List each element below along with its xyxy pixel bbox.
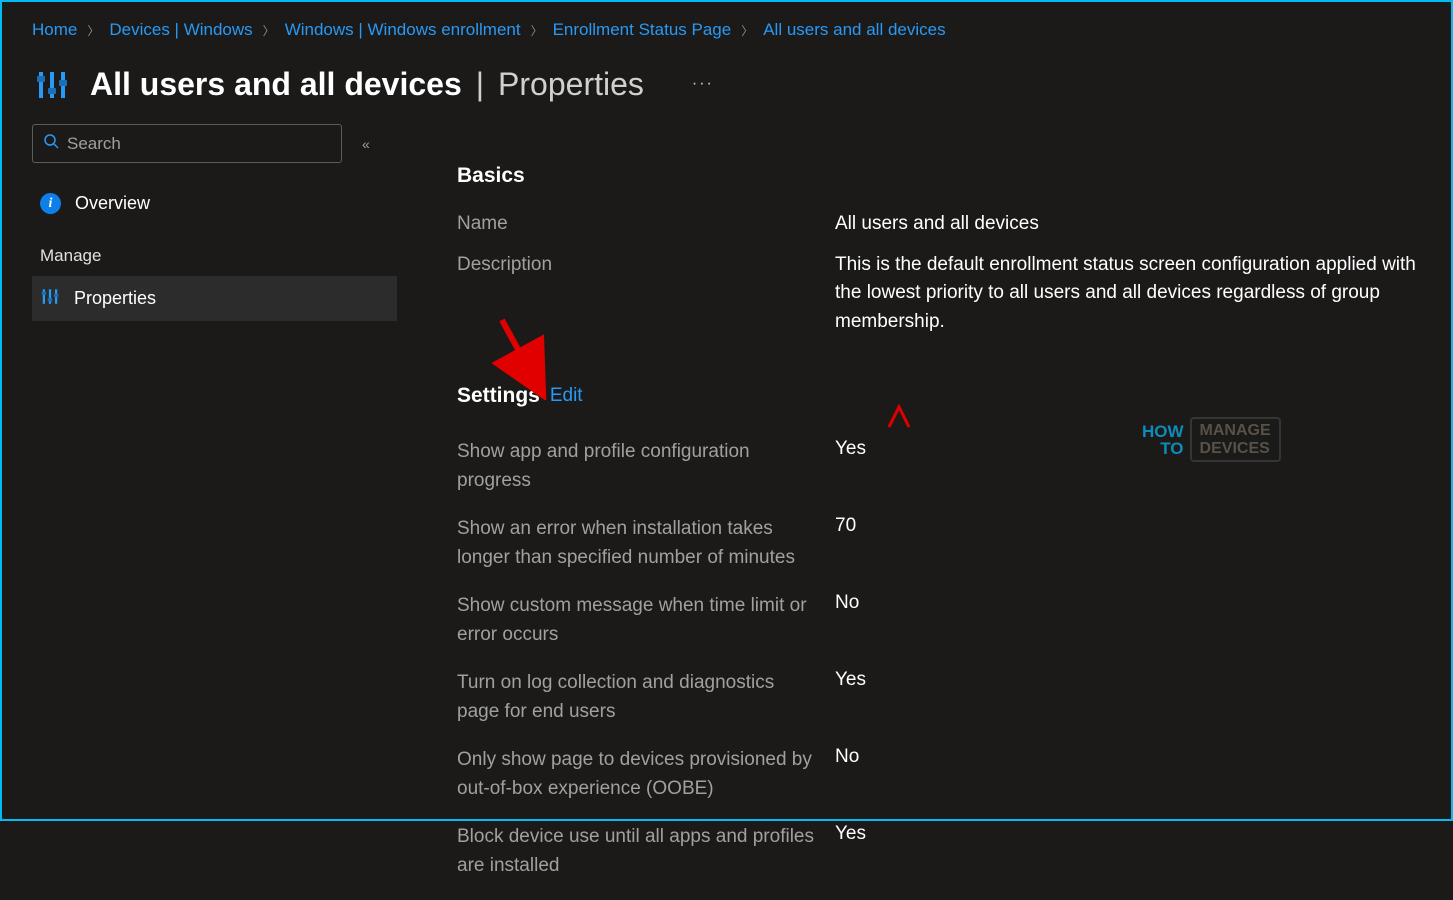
setting-label: Show app and profile configuration progr… bbox=[457, 438, 835, 495]
sidebar-item-overview[interactable]: i Overview bbox=[32, 183, 397, 224]
page-header: All users and all devices | Properties ·… bbox=[2, 54, 1451, 124]
property-row-description: Description This is the default enrollme… bbox=[457, 251, 1421, 337]
title-divider: | bbox=[476, 66, 484, 103]
breadcrumb: Home 〉 Devices | Windows 〉 Windows | Win… bbox=[2, 2, 1451, 54]
page-title: All users and all devices | Properties bbox=[90, 66, 644, 103]
setting-value: 70 bbox=[835, 515, 856, 572]
setting-label: Show an error when installation takes lo… bbox=[457, 515, 835, 572]
watermark-text: MANAGE bbox=[1200, 422, 1271, 440]
search-icon bbox=[43, 133, 59, 154]
property-value: This is the default enrollment status sc… bbox=[835, 251, 1421, 337]
property-label: Description bbox=[457, 251, 835, 337]
settings-section-title: Settings bbox=[457, 384, 540, 408]
page-title-sub: Properties bbox=[498, 66, 644, 103]
setting-value: Yes bbox=[835, 823, 866, 880]
breadcrumb-devices-windows[interactable]: Devices | Windows bbox=[109, 20, 252, 40]
chevron-right-icon: 〉 bbox=[87, 22, 99, 39]
breadcrumb-current[interactable]: All users and all devices bbox=[763, 20, 945, 40]
chevron-right-icon: 〉 bbox=[741, 22, 753, 39]
property-row-name: Name All users and all devices bbox=[457, 210, 1421, 239]
edit-settings-link[interactable]: Edit bbox=[550, 385, 583, 407]
setting-label: Only show page to devices provisioned by… bbox=[457, 746, 835, 803]
watermark-text: DEVICES bbox=[1200, 440, 1271, 458]
setting-value: Yes bbox=[835, 669, 866, 726]
breadcrumb-windows-enrollment[interactable]: Windows | Windows enrollment bbox=[285, 20, 521, 40]
watermark: HOW TO MANAGE DEVICES bbox=[1142, 417, 1281, 462]
info-icon: i bbox=[40, 193, 61, 214]
chevron-right-icon: 〉 bbox=[263, 22, 275, 39]
sliders-icon bbox=[40, 286, 60, 311]
setting-row: Show custom message when time limit or e… bbox=[457, 592, 1421, 649]
sidebar: « i Overview Manage Properties bbox=[32, 124, 397, 900]
sidebar-item-properties[interactable]: Properties bbox=[32, 276, 397, 321]
setting-value: Yes bbox=[835, 438, 866, 495]
setting-value: No bbox=[835, 746, 859, 803]
basics-section-title: Basics bbox=[457, 164, 1421, 188]
setting-value: No bbox=[835, 592, 859, 649]
setting-label: Block device use until all apps and prof… bbox=[457, 823, 835, 880]
more-actions-button[interactable]: ··· bbox=[692, 75, 714, 93]
sliders-icon bbox=[32, 64, 72, 104]
setting-row: Turn on log collection and diagnostics p… bbox=[457, 669, 1421, 726]
search-input[interactable] bbox=[67, 134, 331, 154]
setting-row: Only show page to devices provisioned by… bbox=[457, 746, 1421, 803]
sidebar-item-label: Properties bbox=[74, 288, 156, 309]
setting-row: Block device use until all apps and prof… bbox=[457, 823, 1421, 880]
setting-row: Show an error when installation takes lo… bbox=[457, 515, 1421, 572]
main-content: Basics Name All users and all devices De… bbox=[397, 124, 1421, 900]
setting-label: Turn on log collection and diagnostics p… bbox=[457, 669, 835, 726]
search-box[interactable] bbox=[32, 124, 342, 163]
collapse-sidebar-icon[interactable]: « bbox=[362, 136, 370, 152]
breadcrumb-home[interactable]: Home bbox=[32, 20, 77, 40]
sidebar-item-label: Overview bbox=[75, 193, 150, 214]
watermark-text: HOW bbox=[1142, 423, 1184, 440]
property-label: Name bbox=[457, 210, 835, 239]
breadcrumb-enrollment-status-page[interactable]: Enrollment Status Page bbox=[553, 20, 732, 40]
watermark-text: TO bbox=[1142, 440, 1184, 457]
chevron-right-icon: 〉 bbox=[531, 22, 543, 39]
property-value: All users and all devices bbox=[835, 210, 1039, 239]
sidebar-section-manage: Manage bbox=[32, 224, 397, 276]
setting-label: Show custom message when time limit or e… bbox=[457, 592, 835, 649]
page-title-main: All users and all devices bbox=[90, 66, 462, 103]
